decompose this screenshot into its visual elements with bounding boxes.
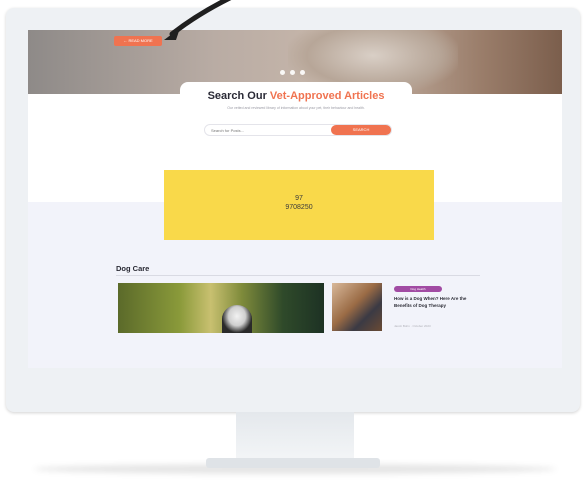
article-thumbnail[interactable] [332,283,382,331]
ad-text: 97 9708250 [164,194,434,212]
search-title-plain: Search Our [207,90,270,102]
ad-line-1: 97 [295,195,303,202]
section-divider [116,275,480,276]
hero-read-more-button[interactable]: ← READ MORE [114,36,162,46]
carousel-dot[interactable] [290,70,295,75]
search-button[interactable]: SEARCH [331,125,391,135]
search-bar: SEARCH [204,124,392,136]
ad-line-2: 9708250 [285,204,313,211]
search-title-accent: Vet-Approved Articles [269,90,385,102]
search-title: Search Our Vet-Approved Articles [180,90,412,102]
category-badge[interactable]: Dog Health [394,286,442,292]
carousel-dot[interactable] [280,70,285,75]
search-card: Search Our Vet-Approved Articles Our vet… [180,82,412,148]
monitor-stand-neck [236,412,354,460]
carousel-dots [280,70,305,75]
section-heading-dog-care: Dog Care [116,264,150,273]
article-meta: Jacob Bohn · October 2023 [394,324,431,328]
carousel-dot[interactable] [300,70,305,75]
featured-article-image[interactable] [118,283,324,333]
monitor-stand-base [206,458,380,468]
monitor: ← READ MORE Search Our Vet-Approved Arti… [6,8,580,412]
search-input[interactable] [205,125,329,135]
article-title-link[interactable]: How is a Dog When? Here Are the Benefits… [394,296,474,309]
search-description: Our vetted and reviewed library of infor… [227,106,365,110]
dog-photo [222,305,252,333]
website-screen: ← READ MORE Search Our Vet-Approved Arti… [28,30,562,368]
ad-banner[interactable]: 97 9708250 [164,170,434,240]
